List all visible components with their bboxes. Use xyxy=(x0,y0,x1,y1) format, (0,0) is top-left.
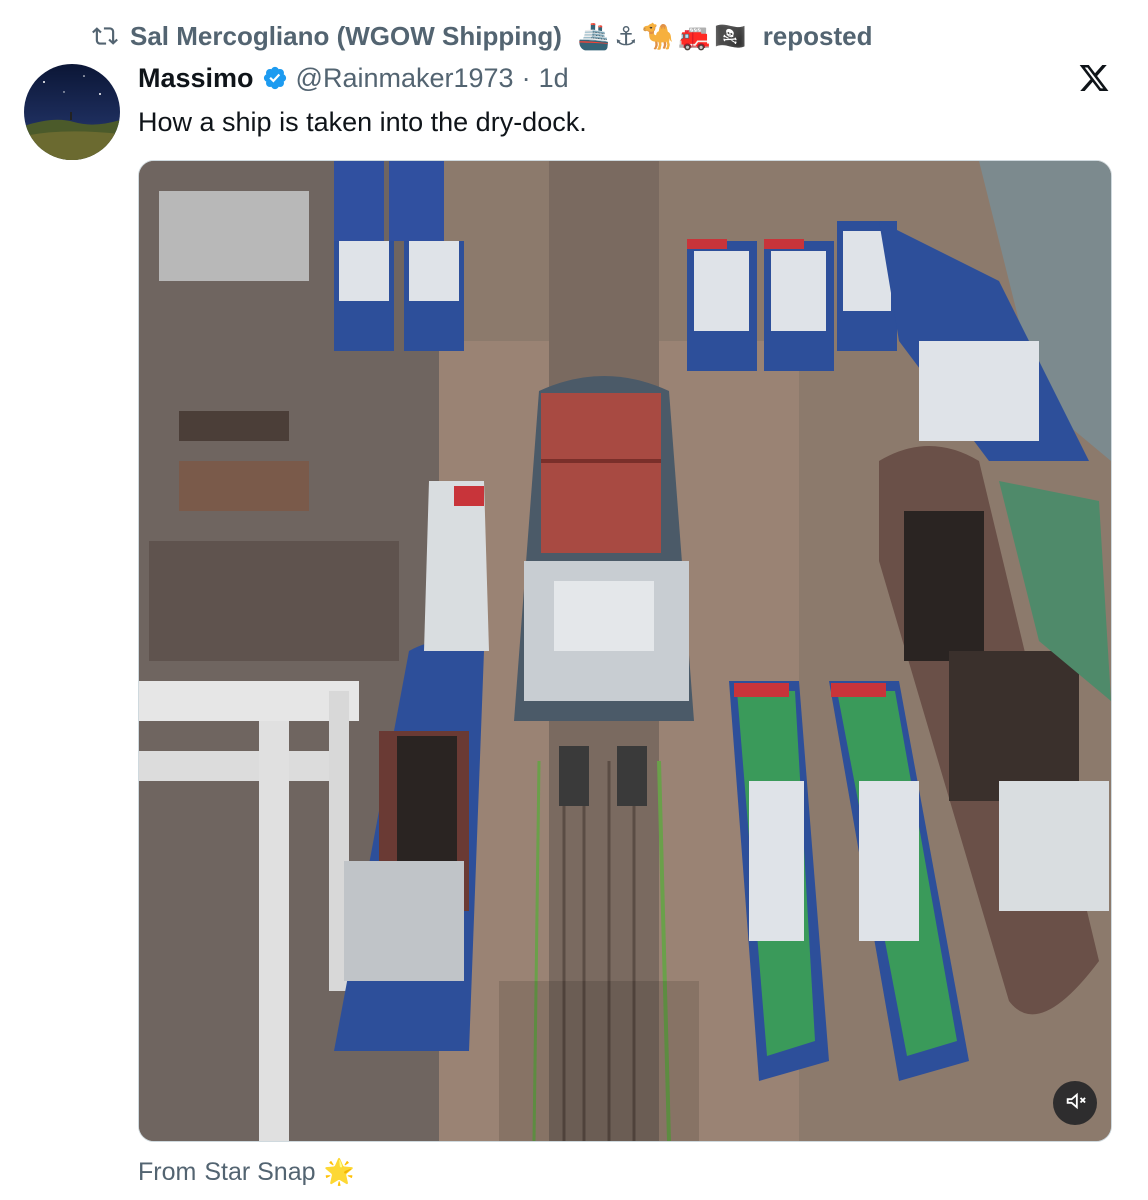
pirate-flag-emoji: 🏴‍☠️ xyxy=(714,20,747,51)
display-name[interactable]: Massimo xyxy=(138,63,254,94)
repost-icon xyxy=(92,23,118,49)
mute-button[interactable] xyxy=(1053,1081,1097,1125)
volume-muted-icon xyxy=(1064,1090,1086,1117)
source-prefix: From xyxy=(138,1157,197,1186)
camel-emoji: 🐪 xyxy=(641,20,674,51)
repost-user-name[interactable]: Sal Mercogliano (WGOW Shipping) xyxy=(130,21,562,52)
avatar[interactable] xyxy=(24,64,120,160)
user-handle[interactable]: @Rainmaker1973 xyxy=(296,63,514,94)
repost-header: Sal Mercogliano (WGOW Shipping) 🚢 ⚓ 🐪 🚒 … xyxy=(92,18,873,54)
video-player[interactable] xyxy=(138,160,1112,1142)
tweet-header: Massimo @Rainmaker1973 · 1d xyxy=(138,58,569,98)
video-thumbnail xyxy=(139,161,1111,1141)
repost-action-label: reposted xyxy=(762,20,873,51)
source-name[interactable]: Star Snap xyxy=(204,1158,315,1187)
verified-badge-icon xyxy=(262,65,288,91)
fire-engine-emoji: 🚒 xyxy=(677,20,711,51)
tweet-text: How a ship is taken into the dry-dock. xyxy=(138,107,587,137)
anchor-emoji: ⚓ xyxy=(614,20,638,51)
separator-dot: · xyxy=(521,62,531,93)
repost-user-emojis: 🚢 ⚓ 🐪 🚒 🏴‍☠️ xyxy=(578,21,747,52)
x-logo-icon[interactable] xyxy=(1078,62,1110,94)
media-source: From Star Snap 🌟 xyxy=(138,1152,355,1192)
ship-emoji: 🚢 xyxy=(577,20,611,51)
star-emoji: 🌟 xyxy=(323,1157,355,1186)
timestamp[interactable]: 1d xyxy=(539,63,569,94)
